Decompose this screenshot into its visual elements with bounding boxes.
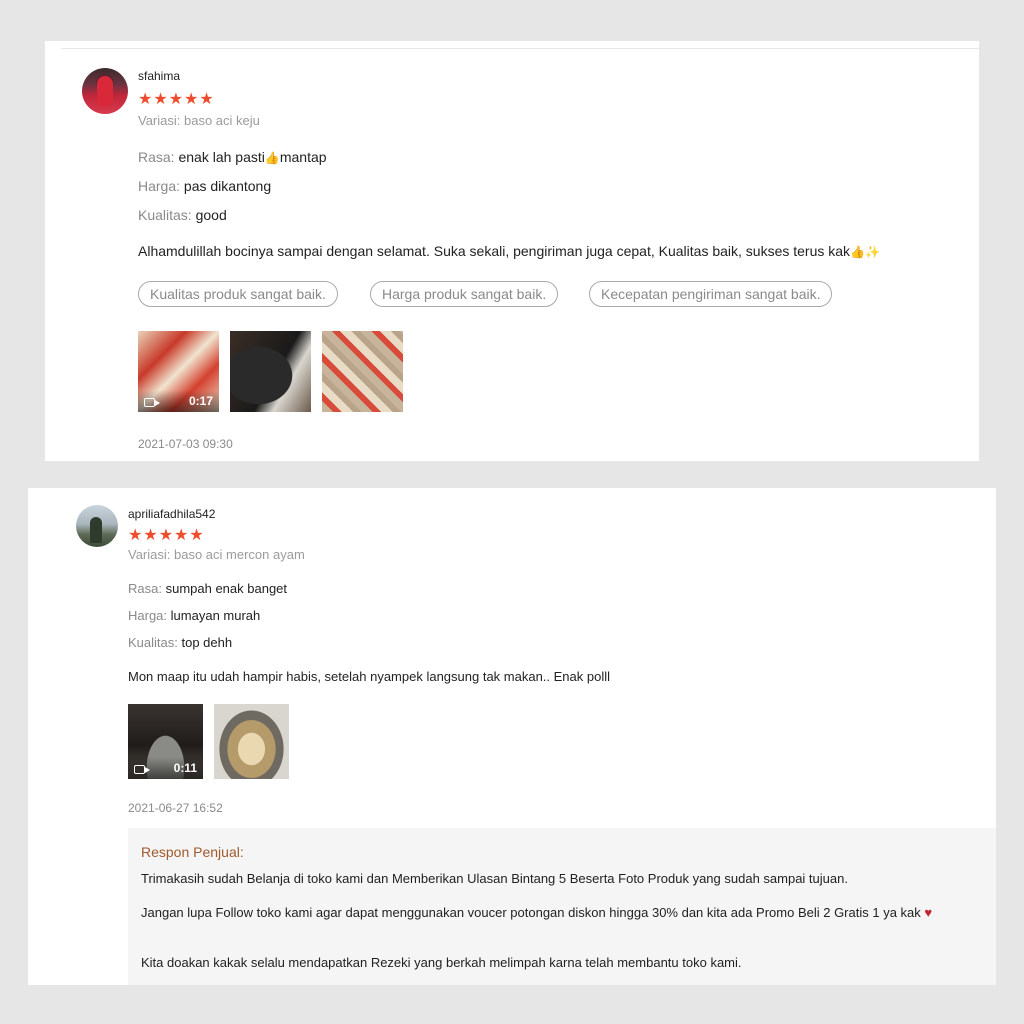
variant-label: Variasi: baso aci mercon ayam [128, 547, 305, 562]
review-card: apriliafadhila542 ★★★★★ Variasi: baso ac… [28, 488, 996, 985]
seller-response-text: Jangan lupa Follow toko kami agar dapat … [141, 905, 921, 920]
review-card: sfahima ★★★★★ Variasi: baso aci keju Ras… [45, 41, 979, 461]
review-date: 2021-07-03 09:30 [138, 437, 233, 451]
attribute-harga: Harga: lumayan murah [128, 608, 260, 623]
attribute-kualitas: Kualitas: top dehh [128, 635, 232, 650]
variant-label: Variasi: baso aci keju [138, 113, 260, 128]
avatar[interactable] [82, 68, 128, 114]
seller-response: Respon Penjual: Trimakasih sudah Belanja… [128, 828, 996, 985]
review-video-thumbnail[interactable]: 0:11 [128, 704, 203, 779]
heart-icon: ♥ [924, 905, 933, 920]
attribute-value: pas dikantong [183, 178, 272, 194]
seller-response-heading: Respon Penjual: [141, 844, 244, 860]
seller-response-paragraph: Kita doakan kakak selalu mendapatkan Rez… [141, 955, 742, 970]
attribute-label: Harga: [128, 608, 168, 623]
seller-response-paragraph: Trimakasih sudah Belanja di toko kami da… [141, 871, 848, 886]
video-duration: 0:17 [188, 394, 213, 408]
review-tag[interactable]: Kualitas produk sangat baik. [138, 281, 338, 307]
video-duration: 0:11 [173, 761, 197, 775]
attribute-harga: Harga: pas dikantong [138, 178, 271, 194]
star-rating: ★★★★★ [128, 527, 205, 544]
star-rating: ★★★★★ [138, 91, 215, 108]
attribute-value: mantap [279, 149, 327, 165]
video-camera-icon [134, 765, 150, 774]
review-comment: Mon maap itu udah hampir habis, setelah … [128, 669, 611, 684]
thumbs-up-icon: 👍 [264, 151, 280, 165]
seller-response-paragraph: Jangan lupa Follow toko kami agar dapat … [141, 904, 986, 921]
video-camera-icon [144, 398, 160, 407]
review-tag[interactable]: Kecepatan pengiriman sangat baik. [589, 281, 833, 307]
review-tag[interactable]: Harga produk sangat baik. [370, 281, 559, 307]
attribute-value: top dehh [181, 635, 233, 650]
review-comment-text: Alhamdulillah bocinya sampai dengan sela… [138, 243, 851, 259]
sparkles-icon: ✨ [865, 245, 880, 259]
attribute-label: Harga: [138, 178, 181, 194]
attribute-value: sumpah enak banget [165, 581, 288, 596]
review-image-thumbnail[interactable] [322, 331, 403, 412]
thumbs-up-icon: 👍 [850, 245, 866, 259]
review-date: 2021-06-27 16:52 [128, 801, 223, 815]
divider [61, 48, 979, 49]
review-username[interactable]: apriliafadhila542 [128, 507, 215, 521]
attribute-value: good [195, 207, 227, 223]
attribute-rasa: Rasa: enak lah pasti👍mantap [138, 149, 327, 165]
attribute-label: Kualitas: [128, 635, 178, 650]
attribute-label: Rasa: [128, 581, 162, 596]
review-image-thumbnail[interactable] [214, 704, 289, 779]
attribute-value: lumayan murah [170, 608, 261, 623]
attribute-value: enak lah pasti [178, 149, 265, 165]
attribute-kualitas: Kualitas: good [138, 207, 227, 223]
review-video-thumbnail[interactable]: 0:17 [138, 331, 219, 412]
review-image-thumbnail[interactable] [230, 331, 311, 412]
review-comment: Alhamdulillah bocinya sampai dengan sela… [138, 243, 880, 259]
attribute-rasa: Rasa: sumpah enak banget [128, 581, 287, 596]
avatar[interactable] [76, 505, 118, 547]
attribute-label: Kualitas: [138, 207, 192, 223]
review-username[interactable]: sfahima [138, 69, 180, 83]
attribute-label: Rasa: [138, 149, 175, 165]
